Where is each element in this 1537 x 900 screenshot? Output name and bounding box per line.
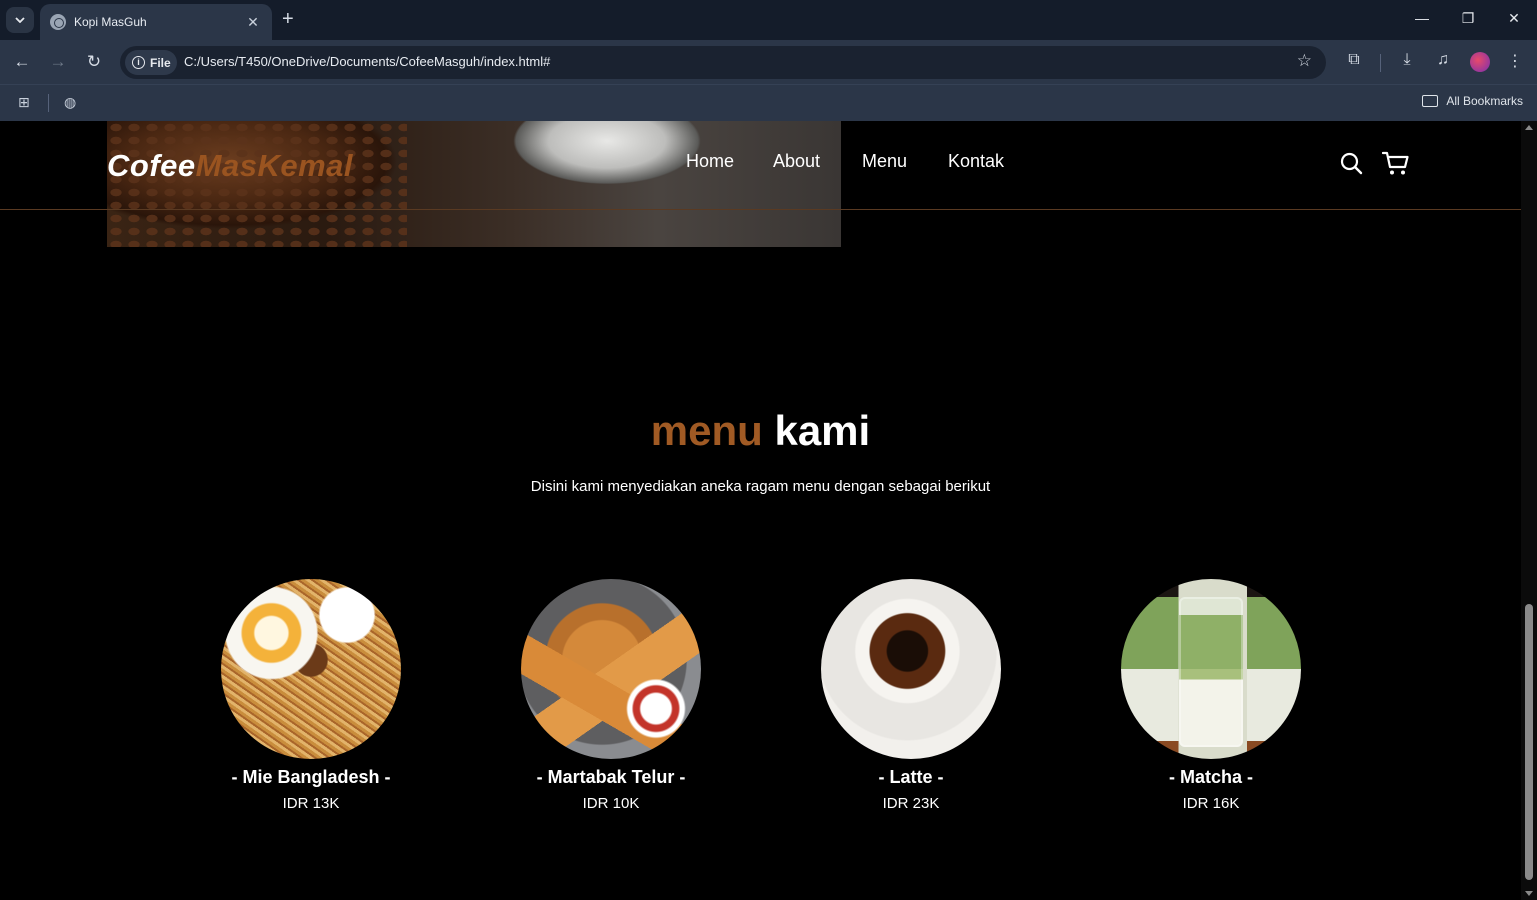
new-tab-button[interactable]: + (282, 9, 294, 29)
scroll-down-icon[interactable] (1525, 891, 1533, 896)
page-viewport: CofeeMasKemal Home About Menu Kontak men… (0, 121, 1521, 900)
star-icon[interactable]: ☆ (1297, 51, 1312, 71)
browser-toolbar: ← → ↻ i File C:/Users/T450/OneDrive/Docu… (0, 40, 1537, 84)
nav-kontak[interactable]: Kontak (948, 151, 1004, 172)
nav-menu[interactable]: Menu (862, 151, 907, 172)
info-icon: i (132, 56, 145, 69)
menu-item-name: - Matcha - (1168, 767, 1253, 787)
menu-item-name: - Mie Bangladesh - (231, 767, 391, 787)
scheme-label: File (150, 55, 171, 70)
logo-text-primary: Cofee (107, 148, 196, 183)
menu-item-name: - Latte - (878, 767, 944, 787)
menu-item-image (521, 579, 701, 759)
tab-title: Kopi MasGuh (74, 15, 147, 29)
apps-grid-icon[interactable]: ⊞ (18, 94, 30, 111)
toolbar-divider (1380, 54, 1381, 72)
folder-icon (1422, 95, 1439, 107)
profile-avatar[interactable] (1470, 52, 1490, 72)
menu-item-image (221, 579, 401, 759)
menu-card[interactable]: - Mie Bangladesh - IDR 13K (181, 579, 441, 812)
section-subtitle: Disini kami menyediakan aneka ragam menu… (530, 478, 991, 495)
menu-item-price: IDR 13K (282, 795, 340, 812)
menu-card[interactable]: - Martabak Telur - IDR 10K (481, 579, 741, 812)
browser-tab[interactable]: Kopi MasGuh ✕ (40, 4, 272, 40)
globe-icon (50, 14, 66, 30)
chevron-down-icon (15, 17, 25, 23)
address-bar[interactable]: i File C:/Users/T450/OneDrive/Documents/… (120, 46, 1326, 79)
section-title-accent: menu (650, 407, 763, 454)
reload-icon[interactable]: ↻ (83, 51, 105, 73)
forward-icon[interactable]: → (47, 51, 69, 73)
close-window-icon[interactable]: ✕ (1504, 10, 1524, 27)
site-logo[interactable]: CofeeMasKemal (107, 148, 353, 184)
extensions-icon[interactable]: ⧉ (1343, 51, 1365, 69)
menu-item-image (821, 579, 1001, 759)
section-title: menu kami (0, 407, 1521, 455)
tab-search-button[interactable] (6, 7, 34, 33)
menu-item-name: - Martabak Telur - (536, 767, 686, 787)
bookmarks-bar: ⊞ ◍ All Bookmarks (0, 84, 1537, 121)
menu-item-price: IDR 10K (582, 795, 640, 812)
menu-item-price: IDR 23K (882, 795, 940, 812)
tab-strip: Kopi MasGuh ✕ + — ❐ ✕ (0, 0, 1537, 40)
all-bookmarks-button[interactable]: All Bookmarks (1422, 94, 1523, 108)
search-icon[interactable] (1339, 151, 1363, 175)
media-icon[interactable]: ♫ (1432, 51, 1454, 69)
nav-home[interactable]: Home (686, 151, 734, 172)
all-bookmarks-label: All Bookmarks (1446, 94, 1523, 108)
nav-about[interactable]: About (773, 151, 820, 172)
minimize-icon[interactable]: — (1412, 10, 1432, 26)
cart-icon[interactable] (1382, 151, 1409, 176)
restore-icon[interactable]: ❐ (1458, 10, 1478, 27)
close-icon[interactable]: ✕ (244, 14, 262, 31)
menu-dots-icon[interactable]: ⋮ (1504, 51, 1526, 71)
url-text[interactable]: C:/Users/T450/OneDrive/Documents/CofeeMa… (184, 54, 550, 69)
menu-item-price: IDR 16K (1182, 795, 1240, 812)
globe-icon[interactable]: ◍ (64, 94, 76, 111)
menu-card[interactable]: - Latte - IDR 23K (781, 579, 1041, 812)
logo-text-secondary: MasKemal (195, 148, 353, 183)
site-navbar: CofeeMasKemal Home About Menu Kontak (0, 121, 1521, 210)
menu-item-image (1121, 579, 1301, 759)
scrollbar-thumb[interactable] (1525, 604, 1533, 880)
back-icon[interactable]: ← (11, 51, 33, 73)
page-scrollbar[interactable] (1521, 121, 1537, 900)
bookmarks-divider (48, 94, 49, 112)
site-info-chip[interactable]: i File (125, 50, 177, 75)
menu-card[interactable]: - Matcha - IDR 16K (1081, 579, 1341, 812)
section-title-plain: kami (774, 407, 871, 454)
download-icon[interactable]: ⤓ (1396, 51, 1418, 69)
scroll-up-icon[interactable] (1525, 125, 1533, 130)
